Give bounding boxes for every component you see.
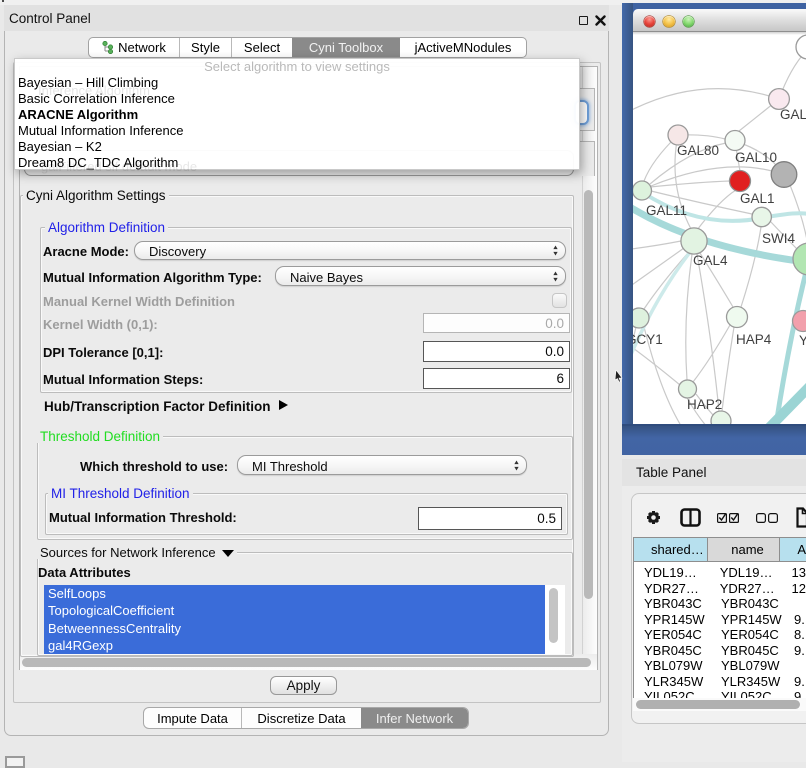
svg-text:GAL11: GAL11 bbox=[646, 203, 687, 218]
svg-text:GAL10: GAL10 bbox=[735, 150, 777, 165]
svg-text:GAL4: GAL4 bbox=[693, 253, 728, 268]
svg-text:YB: YB bbox=[799, 333, 806, 348]
svg-text:HAP4: HAP4 bbox=[736, 332, 772, 347]
svg-text:GAL80: GAL80 bbox=[677, 143, 719, 158]
svg-text:GCY1: GCY1 bbox=[633, 332, 663, 347]
svg-text:GAL1: GAL1 bbox=[740, 191, 775, 206]
svg-text:HAP2: HAP2 bbox=[687, 397, 722, 412]
svg-text:SWI4: SWI4 bbox=[762, 231, 795, 246]
svg-text:GAL7: GAL7 bbox=[780, 107, 806, 122]
